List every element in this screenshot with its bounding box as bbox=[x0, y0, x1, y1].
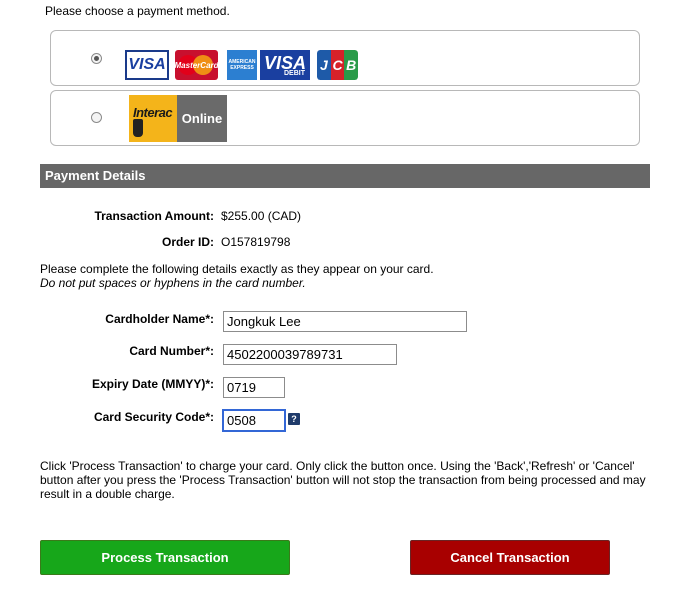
jcb-letter-j: J bbox=[317, 50, 331, 80]
payment-option-credit-cards[interactable]: VISA MasterCard AMERICAN EXPRESS VISA DE… bbox=[50, 30, 640, 86]
amex-logo: AMERICAN EXPRESS bbox=[227, 50, 257, 80]
order-id-label: Order ID: bbox=[161, 235, 214, 249]
process-transaction-button[interactable]: Process Transaction bbox=[40, 540, 290, 575]
instructions: Please complete the following details ex… bbox=[40, 262, 434, 290]
card-number-field[interactable] bbox=[223, 344, 397, 365]
visa-debit-logo: VISA DEBIT bbox=[260, 50, 310, 80]
amex-logo-text: AMERICAN EXPRESS bbox=[228, 59, 256, 71]
interac-hand-icon bbox=[133, 119, 143, 137]
interac-brand-text: Interac bbox=[133, 105, 173, 120]
jcb-logo: J C B bbox=[317, 50, 358, 80]
transaction-amount-value: $255.00 (CAD) bbox=[221, 209, 302, 223]
card-security-code-field[interactable] bbox=[222, 409, 286, 432]
radio-credit-cards[interactable] bbox=[91, 53, 102, 64]
radio-interac-online[interactable] bbox=[91, 112, 102, 123]
cardholder-name-label: Cardholder Name*: bbox=[105, 312, 214, 326]
mastercard-logo-text: MasterCard bbox=[175, 60, 218, 70]
jcb-letter-b: B bbox=[344, 50, 358, 80]
question-mark-icon[interactable]: ? bbox=[288, 413, 300, 425]
interac-online-label: Online bbox=[177, 95, 227, 142]
cancel-transaction-button[interactable]: Cancel Transaction bbox=[410, 540, 610, 575]
visa-logo: VISA bbox=[125, 50, 169, 80]
interac-online-logo: Interac Online bbox=[129, 95, 227, 142]
interac-brand: Interac bbox=[129, 95, 177, 142]
payment-method-prompt: Please choose a payment method. bbox=[45, 4, 230, 18]
cardholder-name-field[interactable] bbox=[223, 311, 467, 332]
card-security-code-label: Card Security Code*: bbox=[93, 410, 214, 424]
expiry-date-field[interactable] bbox=[223, 377, 285, 398]
order-id-value: O157819798 bbox=[221, 235, 291, 249]
instructions-line-2: Do not put spaces or hyphens in the card… bbox=[40, 276, 306, 290]
visa-logo-text: VISA bbox=[128, 56, 166, 73]
payment-option-interac-online[interactable]: Interac Online bbox=[50, 90, 640, 146]
jcb-letter-c: C bbox=[330, 50, 345, 80]
visa-debit-debit-text: DEBIT bbox=[284, 70, 305, 77]
expiry-date-label: Expiry Date (MMYY)*: bbox=[91, 377, 214, 391]
mastercard-logo: MasterCard bbox=[175, 50, 218, 80]
instructions-line-1: Please complete the following details ex… bbox=[40, 262, 434, 276]
double-charge-notice: Click 'Process Transaction' to charge yo… bbox=[40, 459, 646, 501]
payment-details-header: Payment Details bbox=[40, 164, 650, 188]
card-number-label: Card Number*: bbox=[129, 344, 214, 358]
transaction-amount-label: Transaction Amount: bbox=[94, 209, 214, 223]
